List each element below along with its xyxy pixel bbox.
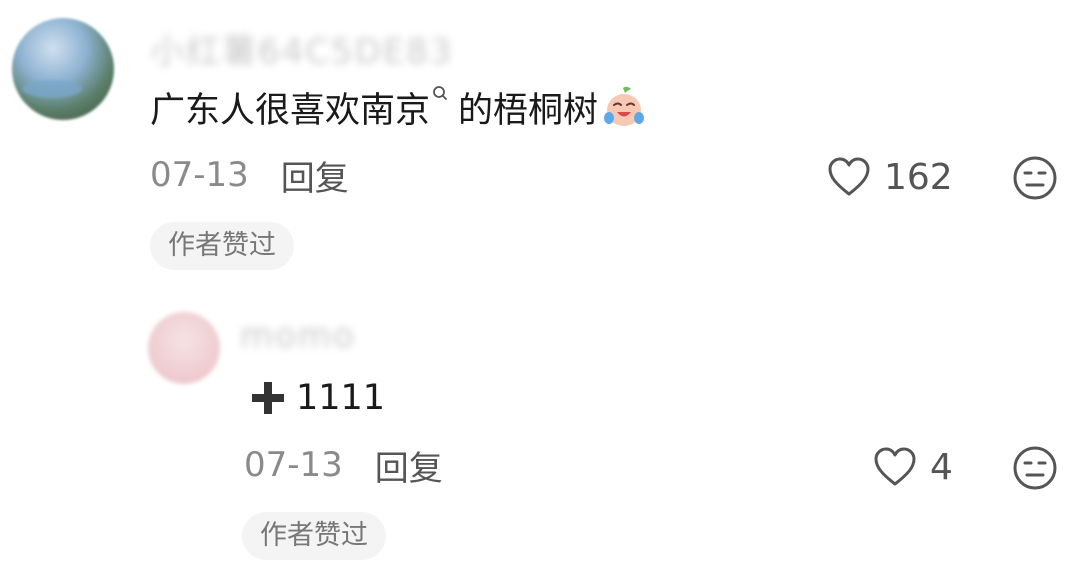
like-button[interactable]: 4	[872, 442, 953, 492]
username[interactable]: momo	[240, 316, 356, 356]
author-liked-badge: 作者赞过	[242, 512, 386, 560]
like-count: 4	[930, 446, 953, 488]
comment-text: 1111	[250, 374, 385, 422]
like-count: 162	[884, 156, 953, 198]
comment-date: 07-13	[244, 445, 343, 485]
comment-text-part: 广东人很喜欢南京	[150, 90, 431, 131]
comment-text: 广东人很喜欢南京 的梧桐树	[150, 82, 646, 132]
comment-meta: 07-13 回复	[244, 441, 443, 490]
comment-thread: 小红薯64C5DE83 广东人很喜欢南京 的梧桐树 07-13 回复 162 作…	[0, 0, 1080, 575]
search-icon[interactable]	[432, 85, 448, 110]
reply-button[interactable]: 回复	[375, 441, 443, 490]
comment-text-part: 的梧桐树	[458, 90, 599, 131]
dislike-face-icon[interactable]	[1012, 155, 1058, 201]
avatar-image-detail	[22, 80, 82, 98]
reply-button[interactable]: 回复	[281, 151, 349, 200]
avatar[interactable]	[12, 18, 114, 120]
comment-text-part: 1111	[296, 378, 386, 418]
heart-icon	[828, 157, 870, 196]
comment-date: 07-13	[150, 155, 249, 195]
username[interactable]: 小红薯64C5DE83	[150, 24, 454, 73]
crying-laughing-emoji-icon	[602, 85, 646, 129]
dislike-face-icon[interactable]	[1012, 445, 1058, 491]
plus-icon	[250, 380, 286, 416]
heart-icon	[874, 447, 916, 486]
avatar[interactable]	[148, 312, 220, 384]
author-liked-badge: 作者赞过	[150, 222, 294, 270]
comment-meta: 07-13 回复	[150, 151, 349, 200]
like-button[interactable]: 162	[826, 152, 953, 202]
